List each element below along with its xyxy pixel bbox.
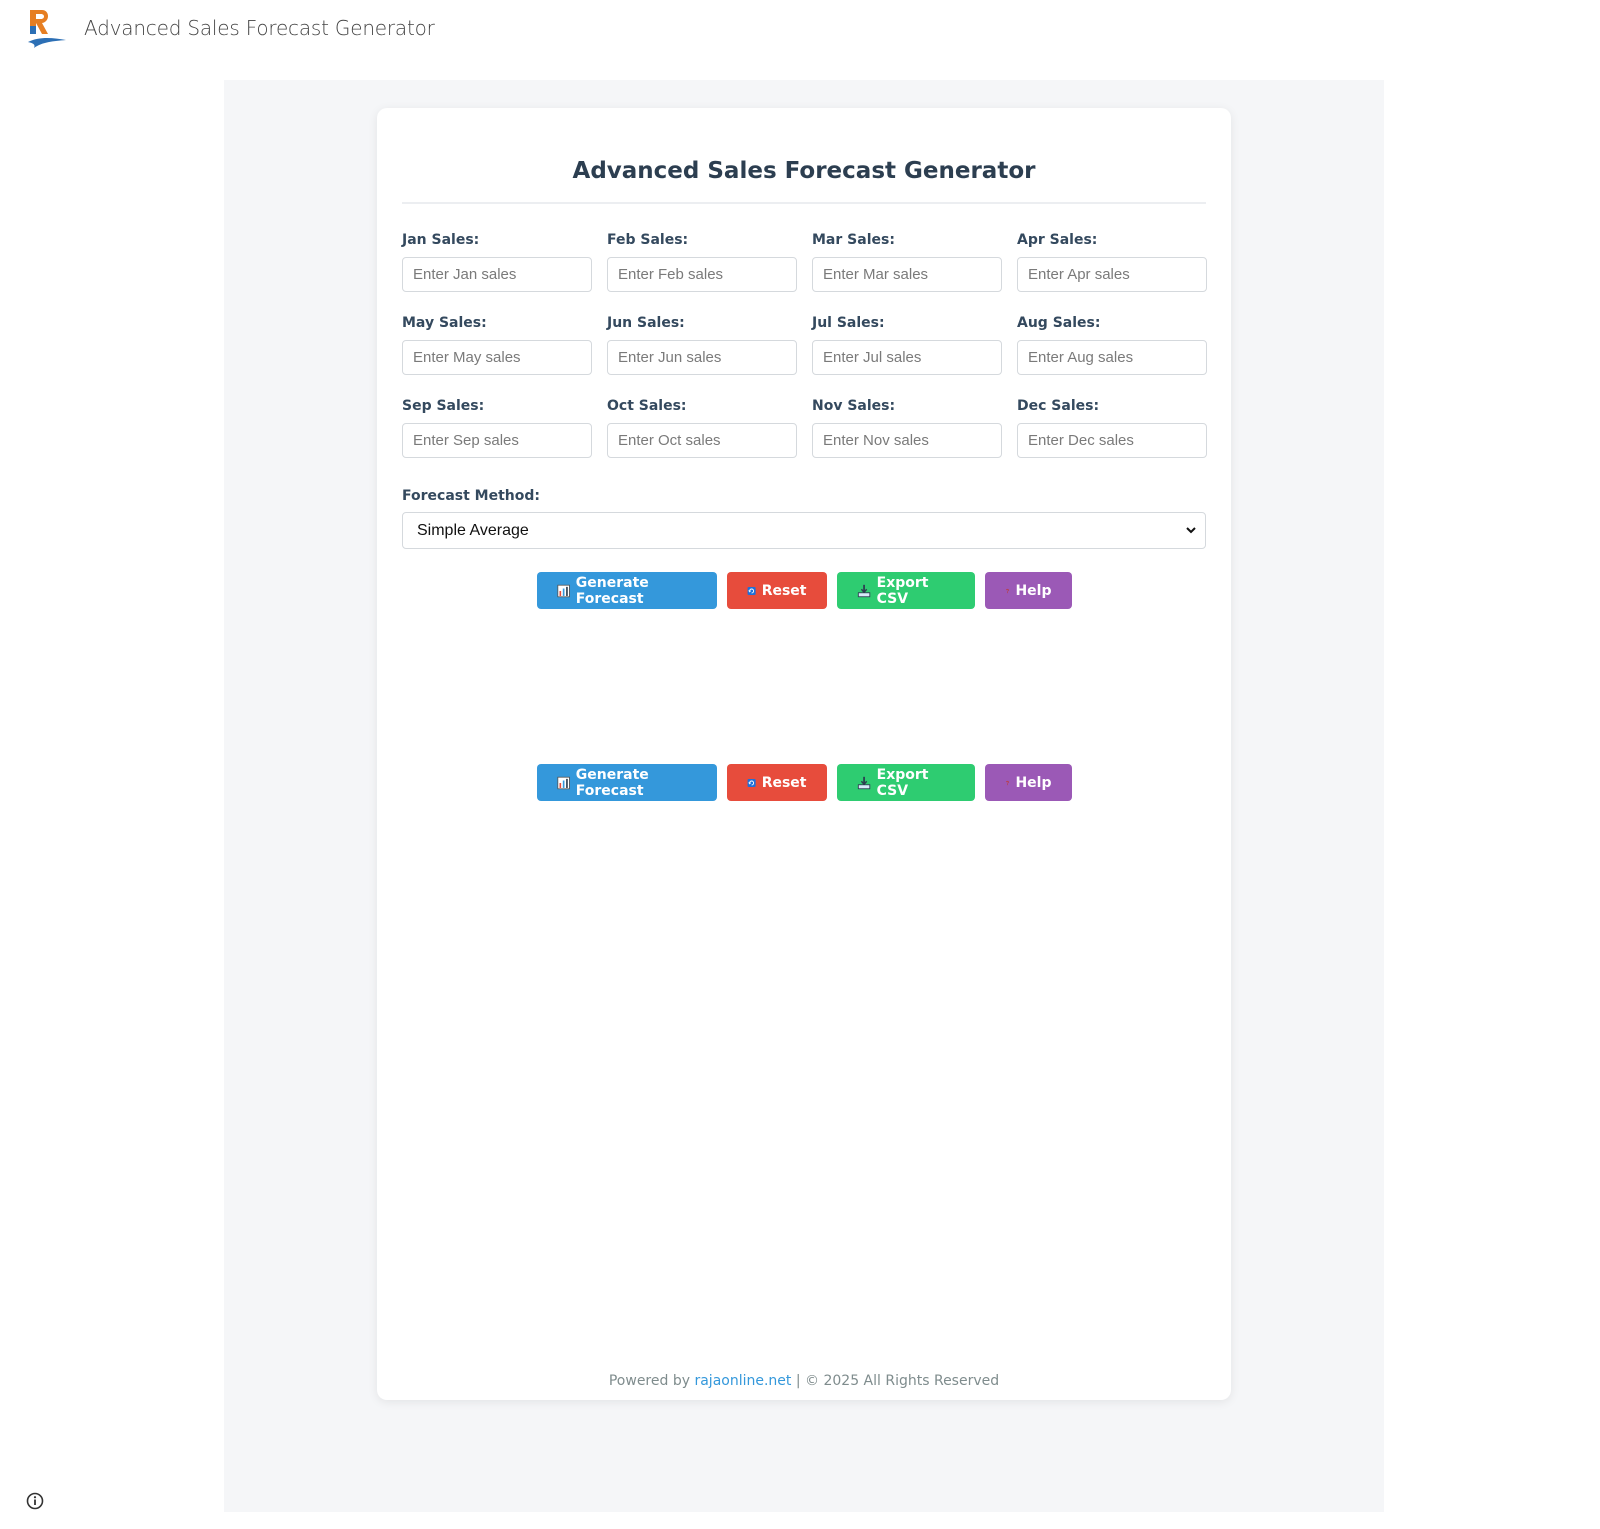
field-aug: Aug Sales: <box>1017 315 1207 375</box>
oct-label: Oct Sales: <box>607 398 687 414</box>
download-icon <box>857 776 870 789</box>
content-frame: Advanced Sales Forecast Generator Jan Sa… <box>224 80 1384 1512</box>
chevron-down-icon <box>1186 527 1196 534</box>
dec-sales-input[interactable] <box>1017 423 1207 458</box>
oct-sales-input[interactable] <box>607 423 797 458</box>
reset-button[interactable]: Reset <box>726 572 827 609</box>
forecast-method-label: Forecast Method: <box>402 488 540 504</box>
field-apr: Apr Sales: <box>1017 232 1207 292</box>
page-title: Advanced Sales Forecast Generator <box>572 158 1036 184</box>
chart-icon <box>556 776 570 789</box>
dec-label: Dec Sales: <box>1017 398 1100 414</box>
jun-sales-input[interactable] <box>607 340 797 375</box>
generate-forecast-button[interactable]: Generate Forecast <box>536 764 717 801</box>
sep-label: Sep Sales: <box>402 398 485 414</box>
forecast-method-value: Simple Average <box>417 521 529 539</box>
monthly-sales-grid: Jan Sales: Feb Sales: Mar Sales: Apr Sal… <box>402 232 1207 458</box>
question-icon <box>1005 780 1009 785</box>
field-oct: Oct Sales: <box>607 398 797 458</box>
field-jan: Jan Sales: <box>402 232 592 292</box>
help-button[interactable]: Help <box>984 764 1072 801</box>
action-buttons-top: Generate Forecast Reset Export CSV Help <box>377 572 1231 609</box>
field-jun: Jun Sales: <box>607 315 797 375</box>
refresh-icon <box>747 778 756 787</box>
field-feb: Feb Sales: <box>607 232 797 292</box>
field-mar: Mar Sales: <box>812 232 1002 292</box>
apr-sales-input[interactable] <box>1017 257 1207 292</box>
generate-forecast-label: Generate Forecast <box>575 766 649 799</box>
jul-sales-input[interactable] <box>812 340 1002 375</box>
help-button[interactable]: Help <box>984 572 1072 609</box>
apr-label: Apr Sales: <box>1017 232 1098 248</box>
generate-forecast-label: Generate Forecast <box>575 574 649 607</box>
action-buttons-bottom: Generate Forecast Reset Export CSV Help <box>377 764 1231 801</box>
field-may: May Sales: <box>402 315 592 375</box>
reset-button[interactable]: Reset <box>726 764 827 801</box>
question-icon <box>1005 588 1009 593</box>
help-label: Help <box>1015 582 1052 599</box>
forecast-card: Advanced Sales Forecast Generator Jan Sa… <box>377 108 1231 1400</box>
jan-sales-input[interactable] <box>402 257 592 292</box>
field-nov: Nov Sales: <box>812 398 1002 458</box>
may-sales-input[interactable] <box>402 340 592 375</box>
field-jul: Jul Sales: <box>812 315 1002 375</box>
field-sep: Sep Sales: <box>402 398 592 458</box>
info-icon[interactable] <box>26 1492 44 1510</box>
nov-sales-input[interactable] <box>812 423 1002 458</box>
download-icon <box>857 584 870 597</box>
footer-link[interactable]: rajaonline.net <box>694 1373 791 1389</box>
export-csv-button[interactable]: Export CSV <box>836 764 975 801</box>
forecast-method-select[interactable]: Simple Average <box>402 512 1206 549</box>
generate-forecast-button[interactable]: Generate Forecast <box>536 572 717 609</box>
brand-logo-icon[interactable] <box>26 8 68 50</box>
jul-label: Jul Sales: <box>812 315 885 331</box>
footer-prefix: Powered by <box>608 1373 691 1389</box>
app-title: Advanced Sales Forecast Generator <box>84 16 435 40</box>
footer: Powered by rajaonline.net | © 2025 All R… <box>377 1373 1231 1389</box>
aug-label: Aug Sales: <box>1017 315 1101 331</box>
mar-sales-input[interactable] <box>812 257 1002 292</box>
may-label: May Sales: <box>402 315 487 331</box>
export-csv-label: Export CSV <box>876 766 929 799</box>
feb-sales-input[interactable] <box>607 257 797 292</box>
reset-label: Reset <box>761 582 807 599</box>
mar-label: Mar Sales: <box>812 232 895 248</box>
footer-suffix: | © 2025 All Rights Reserved <box>795 1373 1000 1389</box>
jun-label: Jun Sales: <box>607 315 685 331</box>
nov-label: Nov Sales: <box>812 398 896 414</box>
refresh-icon <box>747 586 756 595</box>
chart-icon <box>556 584 570 597</box>
title-divider <box>402 202 1206 204</box>
sep-sales-input[interactable] <box>402 423 592 458</box>
help-label: Help <box>1015 774 1052 791</box>
feb-label: Feb Sales: <box>607 232 689 248</box>
reset-label: Reset <box>761 774 807 791</box>
aug-sales-input[interactable] <box>1017 340 1207 375</box>
export-csv-label: Export CSV <box>876 574 929 607</box>
field-dec: Dec Sales: <box>1017 398 1207 458</box>
top-bar: Advanced Sales Forecast Generator <box>0 0 1600 64</box>
jan-label: Jan Sales: <box>402 232 480 248</box>
export-csv-button[interactable]: Export CSV <box>836 572 975 609</box>
